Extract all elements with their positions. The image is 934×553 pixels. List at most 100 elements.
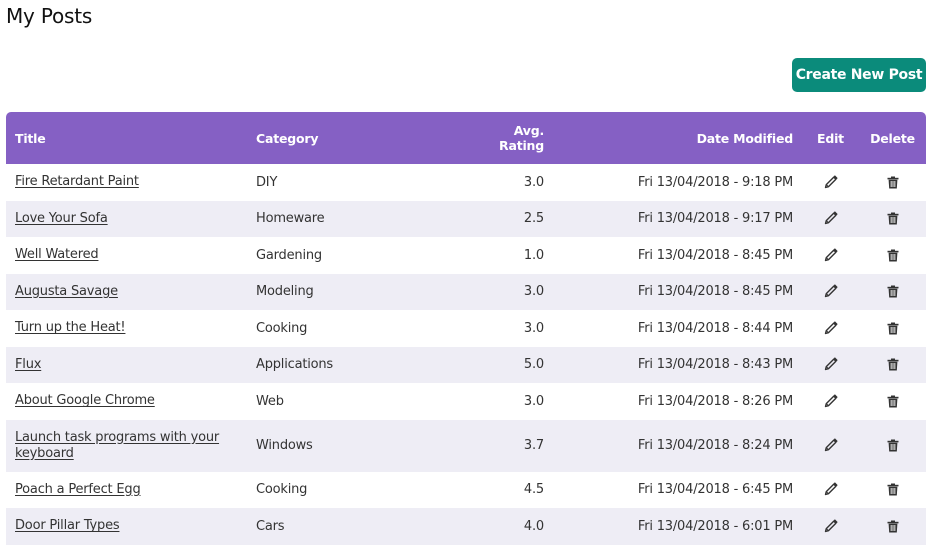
post-title-link[interactable]: Fire Retardant Paint [15,174,139,189]
title-cell: Launch task programs with your keyboard [6,420,247,472]
date-modified-cell: Fri 13/04/2018 - 8:44 PM [637,320,793,336]
rating-cell: 3.0 [523,393,544,409]
trash-icon[interactable] [883,318,903,338]
table-row: About Google Chrome Web 3.0 Fri 13/04/20… [6,383,926,420]
edit-cell [802,508,859,545]
rating-cell: 1.0 [523,247,544,263]
column-header-rating[interactable]: Avg. Rating [447,112,553,164]
trash-icon[interactable] [883,435,903,455]
trash-icon[interactable] [883,245,903,265]
post-title-link[interactable]: Poach a Perfect Egg [15,482,141,497]
category-cell: Gardening [256,247,322,263]
rating-cell: 3.0 [523,284,544,300]
rating-cell: 3.0 [523,320,544,336]
delete-cell [859,472,926,509]
post-title-link[interactable]: About Google Chrome [15,393,155,408]
table-body: Fire Retardant Paint DIY 3.0 Fri 13/04/2… [6,164,926,545]
title-cell: Well Watered [6,237,247,274]
column-header-date[interactable]: Date Modified [553,112,802,164]
date-modified-cell: Fri 13/04/2018 - 8:24 PM [637,438,793,453]
pencil-icon[interactable] [821,318,841,338]
category-cell: Applications [256,357,334,373]
title-cell: Flux [6,347,247,384]
date-modified-cell: Fri 13/04/2018 - 8:45 PM [637,284,793,300]
category-cell: Cooking [256,482,308,498]
table-row: Door Pillar Types Cars 4.0 Fri 13/04/201… [6,508,926,545]
header-row: Title Category Avg. Rating Date Modified … [6,112,926,164]
rating-cell: 5.0 [523,357,544,373]
post-title-link[interactable]: Door Pillar Types [15,518,120,533]
pencil-icon[interactable] [821,172,841,192]
delete-cell [859,237,926,274]
trash-icon[interactable] [883,516,903,536]
pencil-icon[interactable] [821,354,841,374]
rating-cell: 3.0 [523,174,544,190]
date-modified-cell: Fri 13/04/2018 - 6:01 PM [637,518,793,534]
title-cell: Turn up the Heat! [6,310,247,347]
title-cell: Door Pillar Types [6,508,247,545]
delete-cell [859,164,926,201]
category-cell: Homeware [256,211,325,227]
table-row: Fire Retardant Paint DIY 3.0 Fri 13/04/2… [6,164,926,201]
edit-cell [802,164,859,201]
column-header-edit: Edit [817,130,844,146]
edit-cell [802,201,859,238]
post-title-link[interactable]: Flux [15,357,41,372]
edit-cell [802,472,859,509]
trash-icon[interactable] [883,172,903,192]
pencil-icon[interactable] [821,281,841,301]
trash-icon[interactable] [883,355,903,375]
pencil-icon[interactable] [821,479,841,499]
post-title-link[interactable]: Launch task programs with your keyboard [15,430,219,461]
delete-cell [859,420,926,472]
title-cell: Fire Retardant Paint [6,164,247,201]
category-cell: Cooking [256,320,308,336]
rating-cell: 4.0 [523,518,544,534]
trash-icon[interactable] [883,209,903,229]
delete-cell [859,347,926,384]
pencil-icon[interactable] [821,208,841,228]
table-row: Love Your Sofa Homeware 2.5 Fri 13/04/20… [6,200,926,238]
column-header-delete: Delete [870,130,915,146]
pencil-icon[interactable] [821,245,841,265]
post-title-link[interactable]: Turn up the Heat! [15,320,126,335]
trash-icon[interactable] [883,391,903,411]
edit-cell [802,420,859,472]
title-cell: Poach a Perfect Egg [6,472,247,509]
edit-cell [802,237,859,274]
pencil-icon[interactable] [821,435,841,455]
table-row: Turn up the Heat! Cooking 3.0 Fri 13/04/… [6,310,926,347]
table-row: Flux Applications 5.0 Fri 13/04/2018 - 8… [6,346,926,384]
date-modified-cell: Fri 13/04/2018 - 6:45 PM [637,482,793,498]
delete-cell [859,274,926,311]
table-header: Title Category Avg. Rating Date Modified … [6,112,926,164]
category-cell: Web [256,393,284,409]
post-title-link[interactable]: Augusta Savage [15,284,118,299]
edit-cell [802,274,859,311]
post-title-link[interactable]: Love Your Sofa [15,211,108,226]
table-row: Launch task programs with your keyboard … [6,419,926,472]
category-cell: DIY [256,174,278,190]
column-header-title[interactable]: Title [6,112,247,164]
pencil-icon[interactable] [821,516,841,536]
category-cell: Cars [256,518,285,534]
column-header-rating-line2: Rating [499,138,544,153]
edit-cell [802,347,859,384]
category-cell: Windows [256,438,313,453]
delete-cell [859,201,926,238]
table-row: Well Watered Gardening 1.0 Fri 13/04/201… [6,237,926,274]
delete-cell [859,508,926,545]
create-new-post-button[interactable]: Create New Post [792,58,926,92]
category-cell: Modeling [256,284,314,300]
edit-cell [802,383,859,420]
column-header-rating-line1: Avg. [513,123,544,138]
title-cell: Love Your Sofa [6,201,247,238]
column-header-category[interactable]: Category [247,112,447,164]
date-modified-cell: Fri 13/04/2018 - 8:45 PM [637,247,793,263]
pencil-icon[interactable] [821,391,841,411]
trash-icon[interactable] [883,480,903,500]
trash-icon[interactable] [883,282,903,302]
date-modified-cell: Fri 13/04/2018 - 9:17 PM [637,211,793,227]
rating-cell: 4.5 [523,482,544,498]
post-title-link[interactable]: Well Watered [15,247,99,262]
